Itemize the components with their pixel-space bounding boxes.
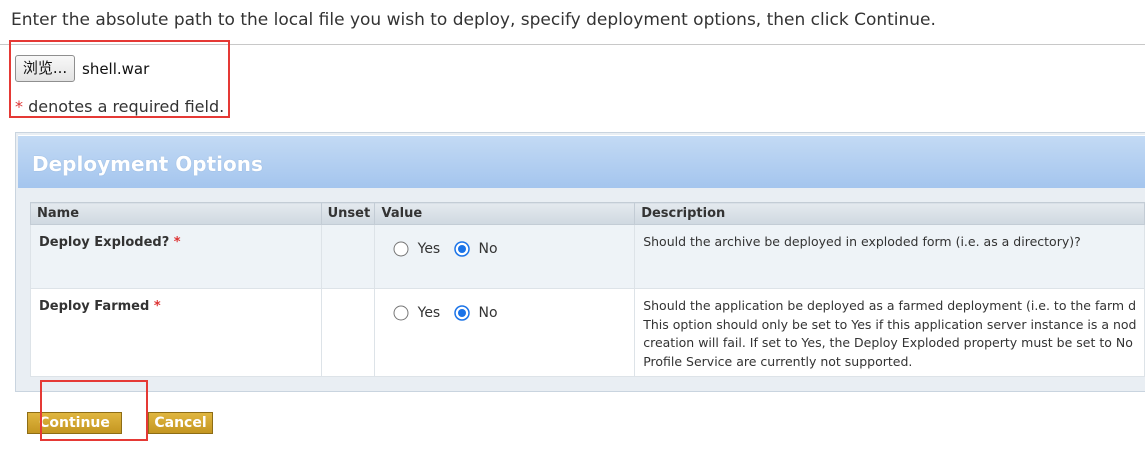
yes-label: Yes [417,241,441,257]
column-header-unset: Unset [320,202,376,225]
deployment-options-table: Name Unset Value Description Deploy Expl… [30,202,1145,377]
value-cell: Yes No [374,224,636,289]
option-name-cell: Deploy Farmed * [30,288,322,377]
required-star: * [173,235,181,250]
description-line: Should the application be deployed as a … [643,298,1137,313]
description-line: Profile Service are currently not suppor… [643,353,913,369]
description-cell: Should the application be deployed as a … [634,288,1145,377]
annotation-highlight-file [9,40,230,118]
unset-cell [320,224,376,289]
yes-label: Yes [417,305,441,321]
panel-title: Deployment Options [32,152,263,176]
description-line: Should the archive be deployed in explod… [643,234,1081,249]
panel-header: Deployment Options [18,135,1145,188]
table-row: Deploy Exploded? * Yes No Should the arc… [30,224,1145,289]
column-header-description: Description [634,202,1145,225]
no-label: No [478,241,498,257]
value-cell: Yes No [374,288,636,377]
annotation-highlight-continue [40,380,148,441]
option-name-cell: Deploy Exploded? * [30,224,322,289]
yes-radio[interactable] [393,305,409,321]
required-star: * [153,299,161,314]
column-header-value: Value [374,202,636,225]
no-radio[interactable] [454,241,471,257]
unset-cell [320,288,376,377]
column-header-name: Name [30,202,322,225]
table-header-row: Name Unset Value Description [30,202,1145,225]
description-line: This option should only be set to Yes if… [643,316,1137,332]
option-name: Deploy Exploded? [39,235,170,250]
table-row: Deploy Farmed * Yes No Should the applic… [30,288,1145,377]
cancel-button[interactable]: Cancel [148,412,213,434]
instruction-text: Enter the absolute path to the local fil… [11,10,936,30]
description-line: creation will fail. If set to Yes, the D… [643,335,1133,350]
option-name: Deploy Farmed [39,299,150,314]
yes-radio[interactable] [393,241,409,257]
no-radio[interactable] [454,305,471,321]
description-cell: Should the archive be deployed in explod… [634,224,1145,289]
no-label: No [478,305,498,321]
